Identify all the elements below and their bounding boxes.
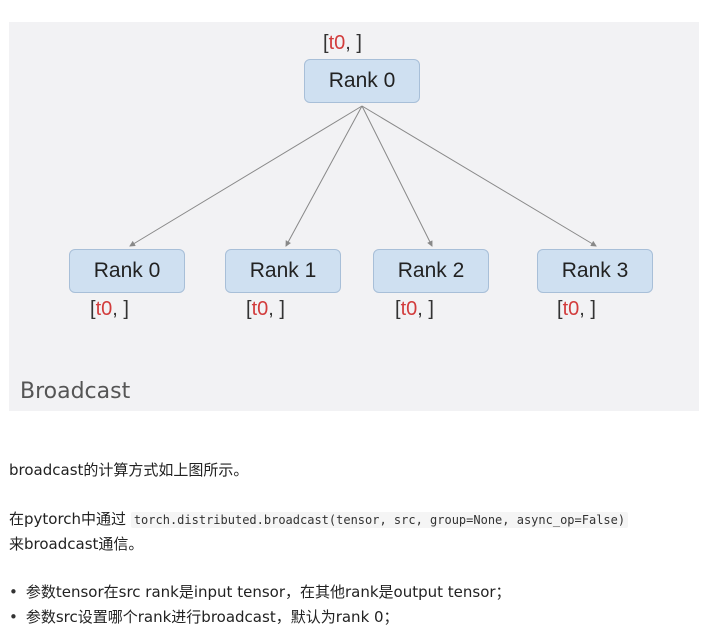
child-tensor-rank1: [t0, ] [246, 298, 285, 320]
root-node-rank0: Rank 0 [304, 59, 420, 103]
list-item: 参数tensor在src rank是input tensor，在其他rank是o… [9, 580, 511, 605]
paragraph-api-suffix: 来broadcast通信。 [9, 535, 144, 553]
edge-root-to-rank1 [285, 105, 363, 247]
root-tensor: [t0, ] [323, 32, 362, 54]
paragraph-intro: broadcast的计算方式如上图所示。 [9, 461, 249, 479]
child-node-rank1: Rank 1 [225, 249, 341, 293]
child-tensor-rank2: [t0, ] [395, 298, 434, 320]
child-node-rank2: Rank 2 [373, 249, 489, 293]
list-item: 参数src设置哪个rank进行broadcast，默认为rank 0； [9, 605, 511, 630]
diagram-caption: Broadcast [20, 379, 131, 404]
child-tensor-rank0: [t0, ] [90, 298, 129, 320]
api-code: torch.distributed.broadcast(tensor, src,… [130, 512, 629, 528]
child-node-rank0: Rank 0 [69, 249, 185, 293]
edge-root-to-rank0 [129, 105, 363, 247]
child-tensor-rank3: [t0, ] [557, 298, 596, 320]
broadcast-diagram: [t0, ] Rank 0 Rank 0 Rank 1 Rank 2 Rank … [9, 22, 699, 411]
api-prefix: 在pytorch中通过 [9, 510, 131, 528]
paragraph-api: 在pytorch中通过 torch.distributed.broadcast(… [9, 507, 629, 532]
child-node-rank3: Rank 3 [537, 249, 653, 293]
param-list: 参数tensor在src rank是input tensor，在其他rank是o… [9, 580, 511, 630]
